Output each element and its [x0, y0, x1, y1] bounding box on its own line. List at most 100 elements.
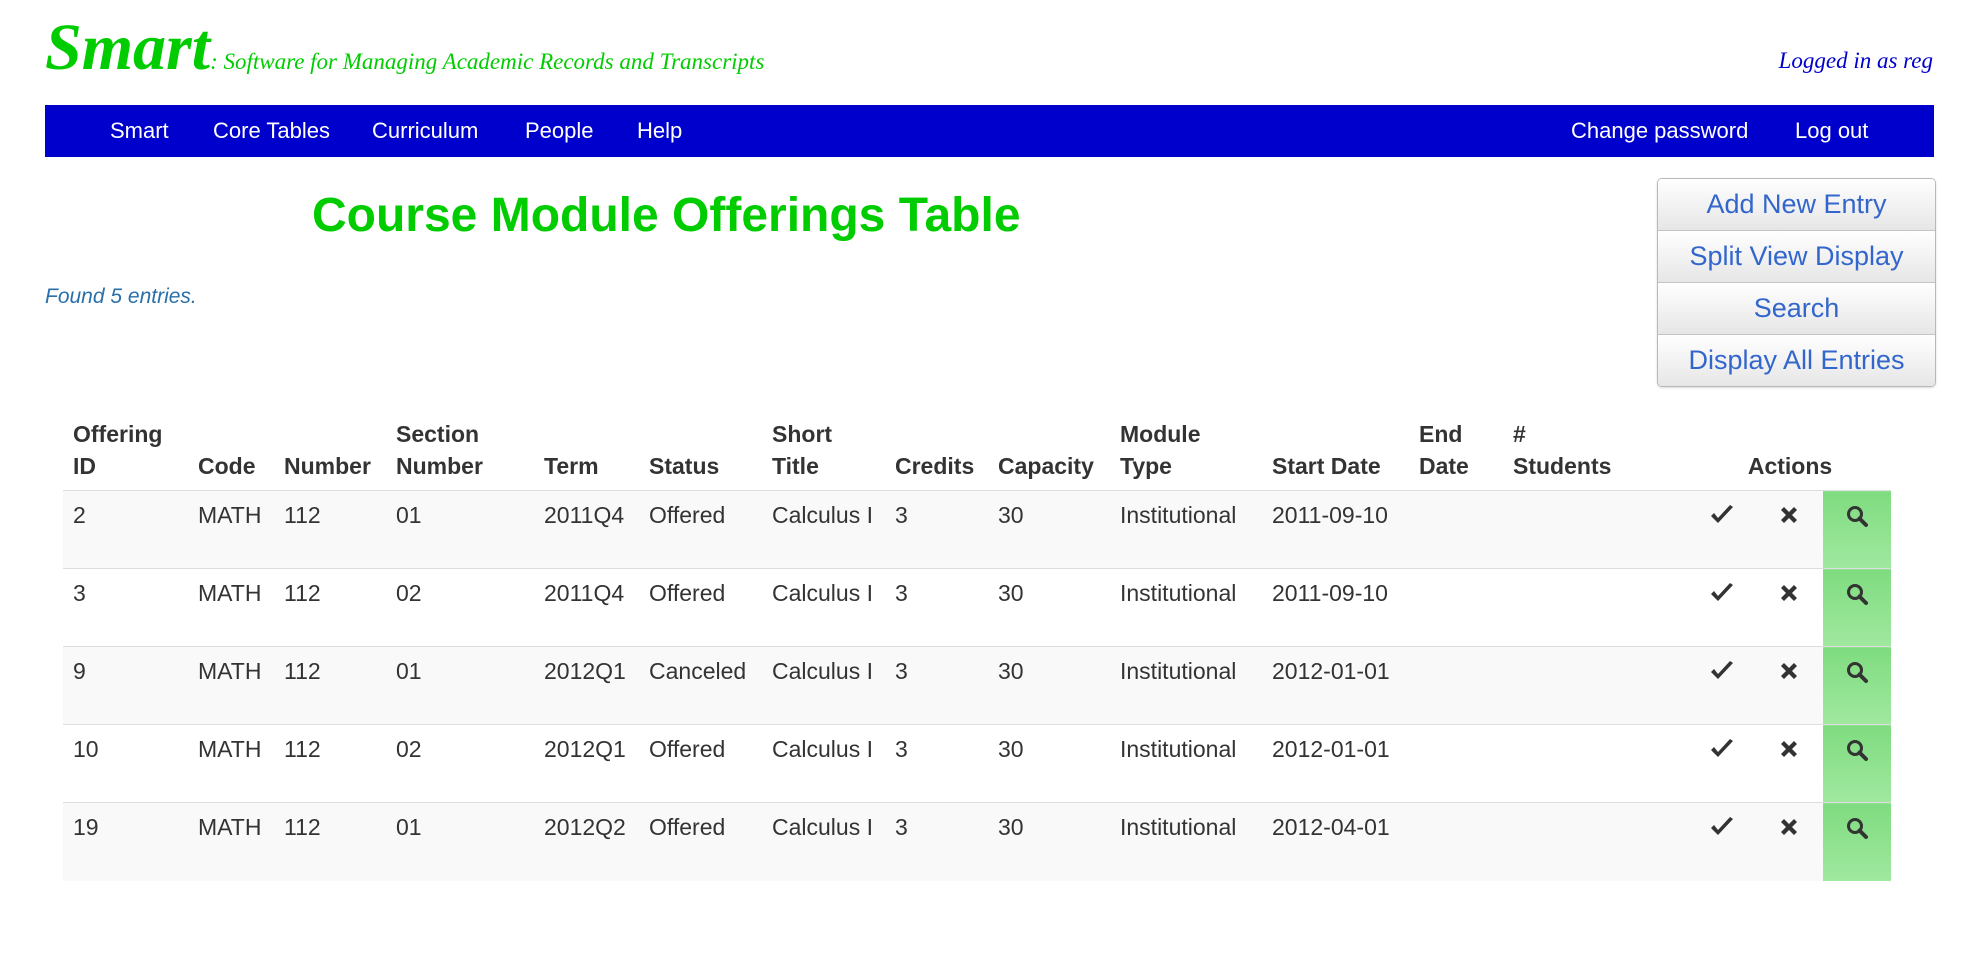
view-cell[interactable] [1823, 490, 1891, 569]
cell-status: Offered [639, 490, 762, 569]
cell-credits: 3 [885, 568, 988, 647]
table-row: 19 MATH 112 01 2012Q2 Offered Calculus I 3 30 Ins… [63, 802, 1891, 881]
cell-start-date: 2011-09-10 [1262, 568, 1409, 647]
add-new-entry-button[interactable]: Add New Entry [1658, 179, 1935, 231]
column-header[interactable]: Section Number [386, 412, 534, 491]
column-header[interactable]: Module Type [1110, 412, 1262, 491]
split-view-display-button[interactable]: Split View Display [1658, 231, 1935, 283]
nav-item-help[interactable]: Help [637, 105, 682, 157]
cell-number: 112 [274, 724, 386, 803]
nav-item-core-tables[interactable]: Core Tables [213, 105, 330, 157]
app-header: Smart: Software for Managing Academic Re… [0, 0, 1976, 105]
view-icon[interactable] [1845, 738, 1869, 762]
nav-item-curriculum[interactable]: Curriculum [372, 105, 478, 157]
view-icon[interactable] [1845, 504, 1869, 528]
table-row: 10 MATH 112 02 2012Q1 Offered Calculus I 3 30 Ins… [63, 724, 1891, 803]
cell-section-number: 02 [386, 724, 534, 803]
cell-credits: 3 [885, 724, 988, 803]
cell-status: Canceled [639, 646, 762, 725]
edit-icon[interactable] [1709, 816, 1735, 838]
delete-icon[interactable] [1778, 582, 1800, 604]
cell-num-students [1503, 646, 1689, 725]
nav-item-log-out[interactable]: Log out [1795, 105, 1868, 157]
cell-num-students [1503, 724, 1689, 803]
edit-icon[interactable] [1709, 660, 1735, 682]
cell-module-type: Institutional [1110, 646, 1262, 725]
column-header[interactable]: Number [274, 412, 386, 491]
view-cell[interactable] [1823, 568, 1891, 647]
cell-term: 2011Q4 [534, 490, 639, 569]
column-header[interactable]: Term [534, 412, 639, 491]
column-header[interactable]: Start Date [1262, 412, 1409, 491]
delete-icon[interactable] [1778, 660, 1800, 682]
cell-offering-id: 10 [63, 724, 188, 803]
results-count: Found 5 entries. [45, 285, 197, 308]
column-header[interactable]: End Date [1409, 412, 1503, 491]
cell-offering-id: 9 [63, 646, 188, 725]
nav-item-smart[interactable]: Smart [110, 105, 169, 157]
delete-cell [1755, 646, 1823, 725]
cell-status: Offered [639, 802, 762, 881]
cell-credits: 3 [885, 802, 988, 881]
column-header[interactable]: Offering ID [63, 412, 188, 491]
edit-cell [1689, 724, 1755, 803]
cell-end-date [1409, 568, 1503, 647]
view-cell[interactable] [1823, 646, 1891, 725]
cell-code: MATH [188, 802, 274, 881]
cell-credits: 3 [885, 490, 988, 569]
table-row: 9 MATH 112 01 2012Q1 Canceled Calculus I 3 30 Ins… [63, 646, 1891, 725]
delete-icon[interactable] [1778, 738, 1800, 760]
cell-term: 2011Q4 [534, 568, 639, 647]
cell-short-title: Calculus I [762, 802, 885, 881]
cell-status: Offered [639, 724, 762, 803]
cell-capacity: 30 [988, 490, 1110, 569]
delete-icon[interactable] [1778, 504, 1800, 526]
main-navbar: Smart Core Tables Curriculum People Help… [45, 105, 1934, 157]
cell-capacity: 30 [988, 568, 1110, 647]
cell-module-type: Institutional [1110, 802, 1262, 881]
search-button[interactable]: Search [1658, 283, 1935, 335]
cell-credits: 3 [885, 646, 988, 725]
cell-code: MATH [188, 568, 274, 647]
cell-module-type: Institutional [1110, 724, 1262, 803]
table-row: 2 MATH 112 01 2011Q4 Offered Calculus I 3 30 Inst… [63, 490, 1891, 569]
column-header[interactable]: Short Title [762, 412, 885, 491]
column-header[interactable]: # Students [1503, 412, 1689, 491]
column-header[interactable]: Code [188, 412, 274, 491]
cell-end-date [1409, 646, 1503, 725]
edit-icon[interactable] [1709, 582, 1735, 604]
delete-icon[interactable] [1778, 816, 1800, 838]
cell-module-type: Institutional [1110, 568, 1262, 647]
cell-section-number: 01 [386, 490, 534, 569]
delete-cell [1755, 724, 1823, 803]
column-header[interactable]: Status [639, 412, 762, 491]
actions-header: Actions [1747, 453, 1833, 479]
nav-item-people[interactable]: People [525, 105, 594, 157]
app-logo[interactable]: Smart: Software for Managing Academic Re… [45, 8, 764, 102]
cell-term: 2012Q2 [534, 802, 639, 881]
column-header[interactable]: Credits [885, 412, 988, 491]
cell-num-students [1503, 802, 1689, 881]
cell-code: MATH [188, 646, 274, 725]
view-icon[interactable] [1845, 582, 1869, 606]
table-row: 3 MATH 112 02 2011Q4 Offered Calculus I 3 30 Inst… [63, 568, 1891, 647]
cell-start-date: 2012-04-01 [1262, 802, 1409, 881]
action-button-panel: Add New Entry Split View Display Search … [1657, 178, 1936, 387]
cell-number: 112 [274, 568, 386, 647]
edit-icon[interactable] [1709, 738, 1735, 760]
edit-cell [1689, 802, 1755, 881]
cell-number: 112 [274, 646, 386, 725]
cell-capacity: 30 [988, 802, 1110, 881]
view-icon[interactable] [1845, 816, 1869, 840]
view-icon[interactable] [1845, 660, 1869, 684]
cell-short-title: Calculus I [762, 568, 885, 647]
cell-start-date: 2011-09-10 [1262, 490, 1409, 569]
column-header[interactable]: Capacity [988, 412, 1110, 491]
nav-item-change-password[interactable]: Change password [1571, 105, 1748, 157]
display-all-entries-button[interactable]: Display All Entries [1658, 335, 1935, 386]
edit-icon[interactable] [1709, 504, 1735, 526]
view-cell[interactable] [1823, 724, 1891, 803]
view-cell[interactable] [1823, 802, 1891, 881]
cell-code: MATH [188, 490, 274, 569]
edit-cell [1689, 568, 1755, 647]
